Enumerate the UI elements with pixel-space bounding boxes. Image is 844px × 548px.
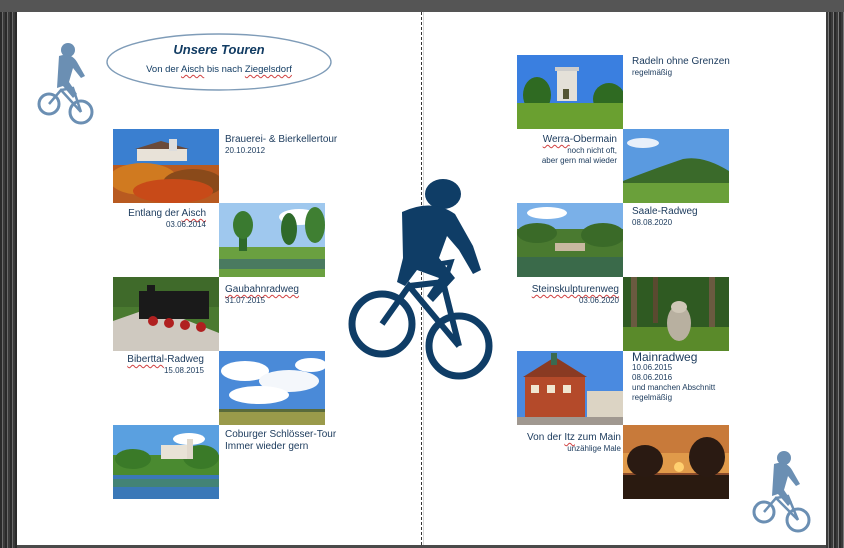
- photo-castle-autumn: [113, 129, 219, 203]
- photo-saale-bridge: [517, 203, 623, 277]
- tour-caption: Entlang der Aisch 03.06.2014: [128, 208, 206, 229]
- tour-caption: Saale-Radweg 08.08.2020: [632, 206, 698, 227]
- page-stack-edge-right: [826, 12, 844, 548]
- tour-caption: Biberttal-Radweg 15.08.2015: [127, 354, 204, 375]
- photo-town-hall: [517, 351, 623, 425]
- tour-caption: Werra-Obermain noch nicht oft, aber gern…: [541, 134, 617, 165]
- tour-caption: Radeln ohne Grenzen regelmäßig: [632, 56, 730, 77]
- cyclist-icon: [752, 451, 811, 533]
- page-title: Unsere Touren: [173, 42, 265, 57]
- tour-caption: Coburger Schlösser-Tour Immer wieder ger…: [225, 429, 337, 452]
- photo-steam-locomotive: [113, 277, 219, 351]
- tour-caption: Gaubahnradweg 31.07.2015: [225, 284, 299, 305]
- photo-hill-meadow: [623, 129, 729, 203]
- tour-caption: Steinskulpturenweg 03.06.2020: [531, 284, 619, 305]
- window-top-bar: [0, 0, 844, 12]
- page-stack-edge-left: [0, 12, 17, 548]
- header-oval: [106, 33, 332, 91]
- tour-caption: Brauerei- & Bierkellertour 20.10.2012: [225, 134, 338, 155]
- tour-caption: Von der Itz zum Main unzählige Male: [527, 432, 621, 453]
- tour-caption: Mainradweg 10.06.2015 08.06.2016 und man…: [632, 350, 716, 402]
- page-subtitle: Von der Aisch bis nach Ziegelsdorf: [146, 64, 292, 75]
- photo-watchtower: [517, 55, 623, 129]
- photo-stone-sculpture: [623, 277, 729, 351]
- photo-castle-lake: [113, 425, 219, 499]
- photo-river-trees: [219, 203, 325, 277]
- photo-sunset-trees: [623, 425, 729, 499]
- cyclist-icon: [37, 43, 94, 125]
- photo-clouds-field: [219, 351, 325, 425]
- booklet-spread: Unsere Touren Von der Aisch bis nach Zie…: [17, 12, 826, 545]
